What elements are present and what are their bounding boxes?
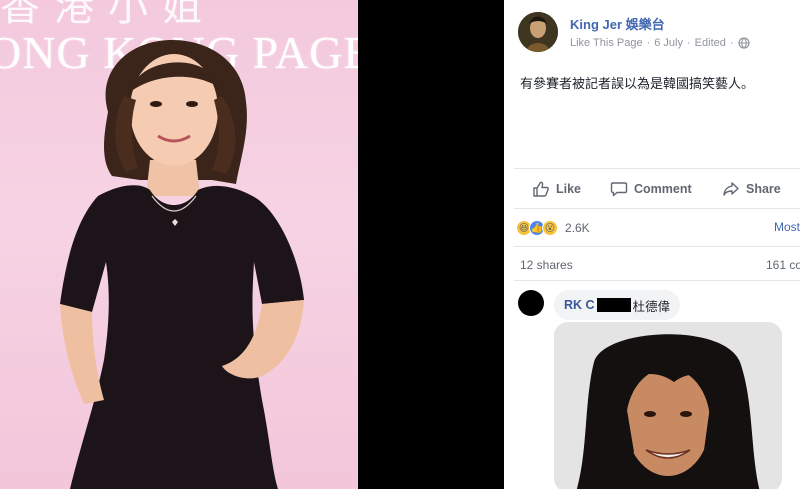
comments-count[interactable]: 161 co [766, 258, 800, 272]
page-name-link[interactable]: King Jer 娛樂台 [570, 14, 665, 33]
most-relevant-dropdown[interactable]: Most re [774, 220, 800, 234]
commenter-avatar[interactable] [518, 290, 544, 316]
post-body: 有參賽者被記者誤以為是韓國搞笑藝人。 [520, 76, 755, 91]
comment-photo[interactable] [554, 322, 782, 489]
comment-icon [610, 182, 628, 197]
like-page-link[interactable]: Like This Page [570, 37, 643, 49]
share-arrow-icon [723, 182, 739, 196]
comment-text: 杜德偉 [632, 299, 671, 314]
commenter-name[interactable]: RK C [564, 298, 595, 312]
separator-dot: · [729, 37, 734, 49]
redaction-bar [596, 298, 631, 312]
separator-dot: · [687, 37, 691, 49]
shares-count[interactable]: 12 shares [520, 258, 573, 272]
woman-photo [60, 40, 304, 489]
comment-label: Comment [634, 182, 692, 196]
reaction-count[interactable]: 2.6K [565, 221, 590, 235]
action-bar: Like Comment Share [504, 176, 800, 202]
like-label: Like [556, 182, 582, 196]
left-photo: 香港小姐 ONG KONG PAGE [0, 0, 358, 489]
divider [514, 280, 800, 281]
divider [514, 246, 800, 247]
share-label: Share [746, 182, 781, 196]
comment-button[interactable]: Comment [610, 180, 692, 198]
globe-icon [737, 37, 750, 49]
divider [514, 208, 800, 209]
comment-bubble: RK C 杜德偉 [554, 290, 681, 320]
wow-reaction-icon: 😮 [542, 220, 558, 236]
facebook-post: King Jer 娛樂台 Like This Page · 6 July · E… [504, 0, 800, 489]
shares-row: 12 shares 161 co [520, 258, 800, 272]
like-button[interactable]: Like [532, 180, 581, 198]
separator-dot: · [646, 37, 651, 49]
black-gap [358, 0, 504, 489]
share-button[interactable]: Share [722, 180, 781, 198]
post-meta: Like This Page · 6 July · Edited · [570, 37, 750, 49]
post-date[interactable]: 6 July [654, 37, 683, 49]
divider [514, 168, 800, 169]
edited-label[interactable]: Edited [695, 37, 726, 49]
reactions-row[interactable]: 😆 👍 😮 2.6K Most re [516, 218, 800, 238]
page-avatar[interactable] [518, 12, 558, 52]
thumbs-up-icon [533, 181, 549, 197]
